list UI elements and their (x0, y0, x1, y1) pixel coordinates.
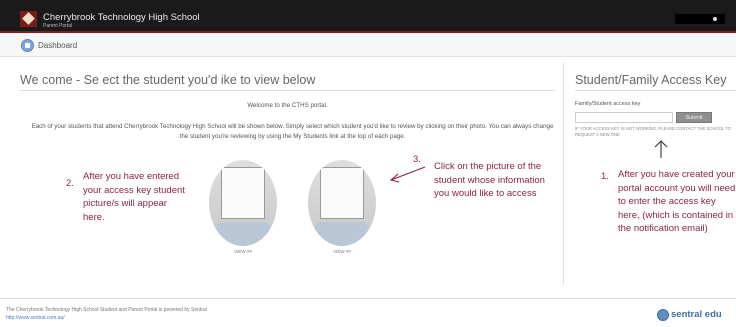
footer-text: The Cherrybrook Technology High School S… (6, 307, 207, 313)
footer-divider (0, 298, 736, 299)
school-crest-icon[interactable] (20, 11, 37, 27)
access-key-label: Family/Student access key (575, 101, 641, 107)
top-bar: Cherrybrook Technology High School Paren… (0, 0, 736, 33)
title-divider (20, 90, 555, 91)
student-photo[interactable] (209, 160, 277, 246)
submit-key-button[interactable]: Submit (676, 112, 712, 123)
student-caption[interactable]: VIEW ## (312, 249, 372, 254)
annotation-student-pictures: After you have entered your access key s… (83, 171, 185, 223)
footer-link[interactable]: http://www.sentral.com.au/ (6, 315, 65, 321)
user-menu[interactable] (675, 14, 725, 24)
annotation-click-picture: Click on the picture of the student whos… (434, 161, 545, 199)
student-uniform (314, 222, 370, 246)
breadcrumb: Dashboard (0, 35, 736, 57)
breadcrumb-dashboard[interactable]: Dashboard (38, 41, 77, 50)
annotation-enter-key: After you have created your portal accou… (618, 169, 736, 234)
redacted-face (221, 167, 265, 219)
sidebar-title-divider (575, 90, 736, 91)
arrow-to-student-icon (389, 166, 426, 183)
sidebar-divider (563, 63, 564, 285)
sidebar-title: Student/Family Access Key (575, 73, 727, 87)
page-title: We come - Se ect the student you'd ike t… (20, 73, 316, 87)
access-key-input[interactable] (575, 112, 673, 123)
annotation-number-2: 2. (66, 178, 74, 189)
sentral-logo[interactable]: sentral edu (671, 309, 722, 320)
arrow-to-access-key-icon (654, 140, 668, 158)
intro-text: Each of your students that attend Cherry… (31, 123, 554, 140)
school-name[interactable]: Cherrybrook Technology High School (43, 12, 200, 23)
sentral-globe-icon (657, 309, 669, 321)
redacted-face (320, 167, 364, 219)
annotation-number-1: 1. (601, 171, 609, 182)
access-key-help: IF YOUR ACCESS KEY IS NOT WORKING, PLEAS… (575, 126, 731, 137)
chevron-down-icon (713, 17, 717, 21)
student-caption[interactable]: VIEW ## (213, 249, 273, 254)
home-icon[interactable] (21, 39, 34, 52)
student-photo[interactable] (308, 160, 376, 246)
portal-subtitle: Parent Portal (43, 23, 73, 29)
welcome-message: Welcome to the CTHS portal. (247, 102, 328, 109)
student-uniform (215, 222, 271, 246)
annotation-number-3: 3. (413, 154, 421, 165)
